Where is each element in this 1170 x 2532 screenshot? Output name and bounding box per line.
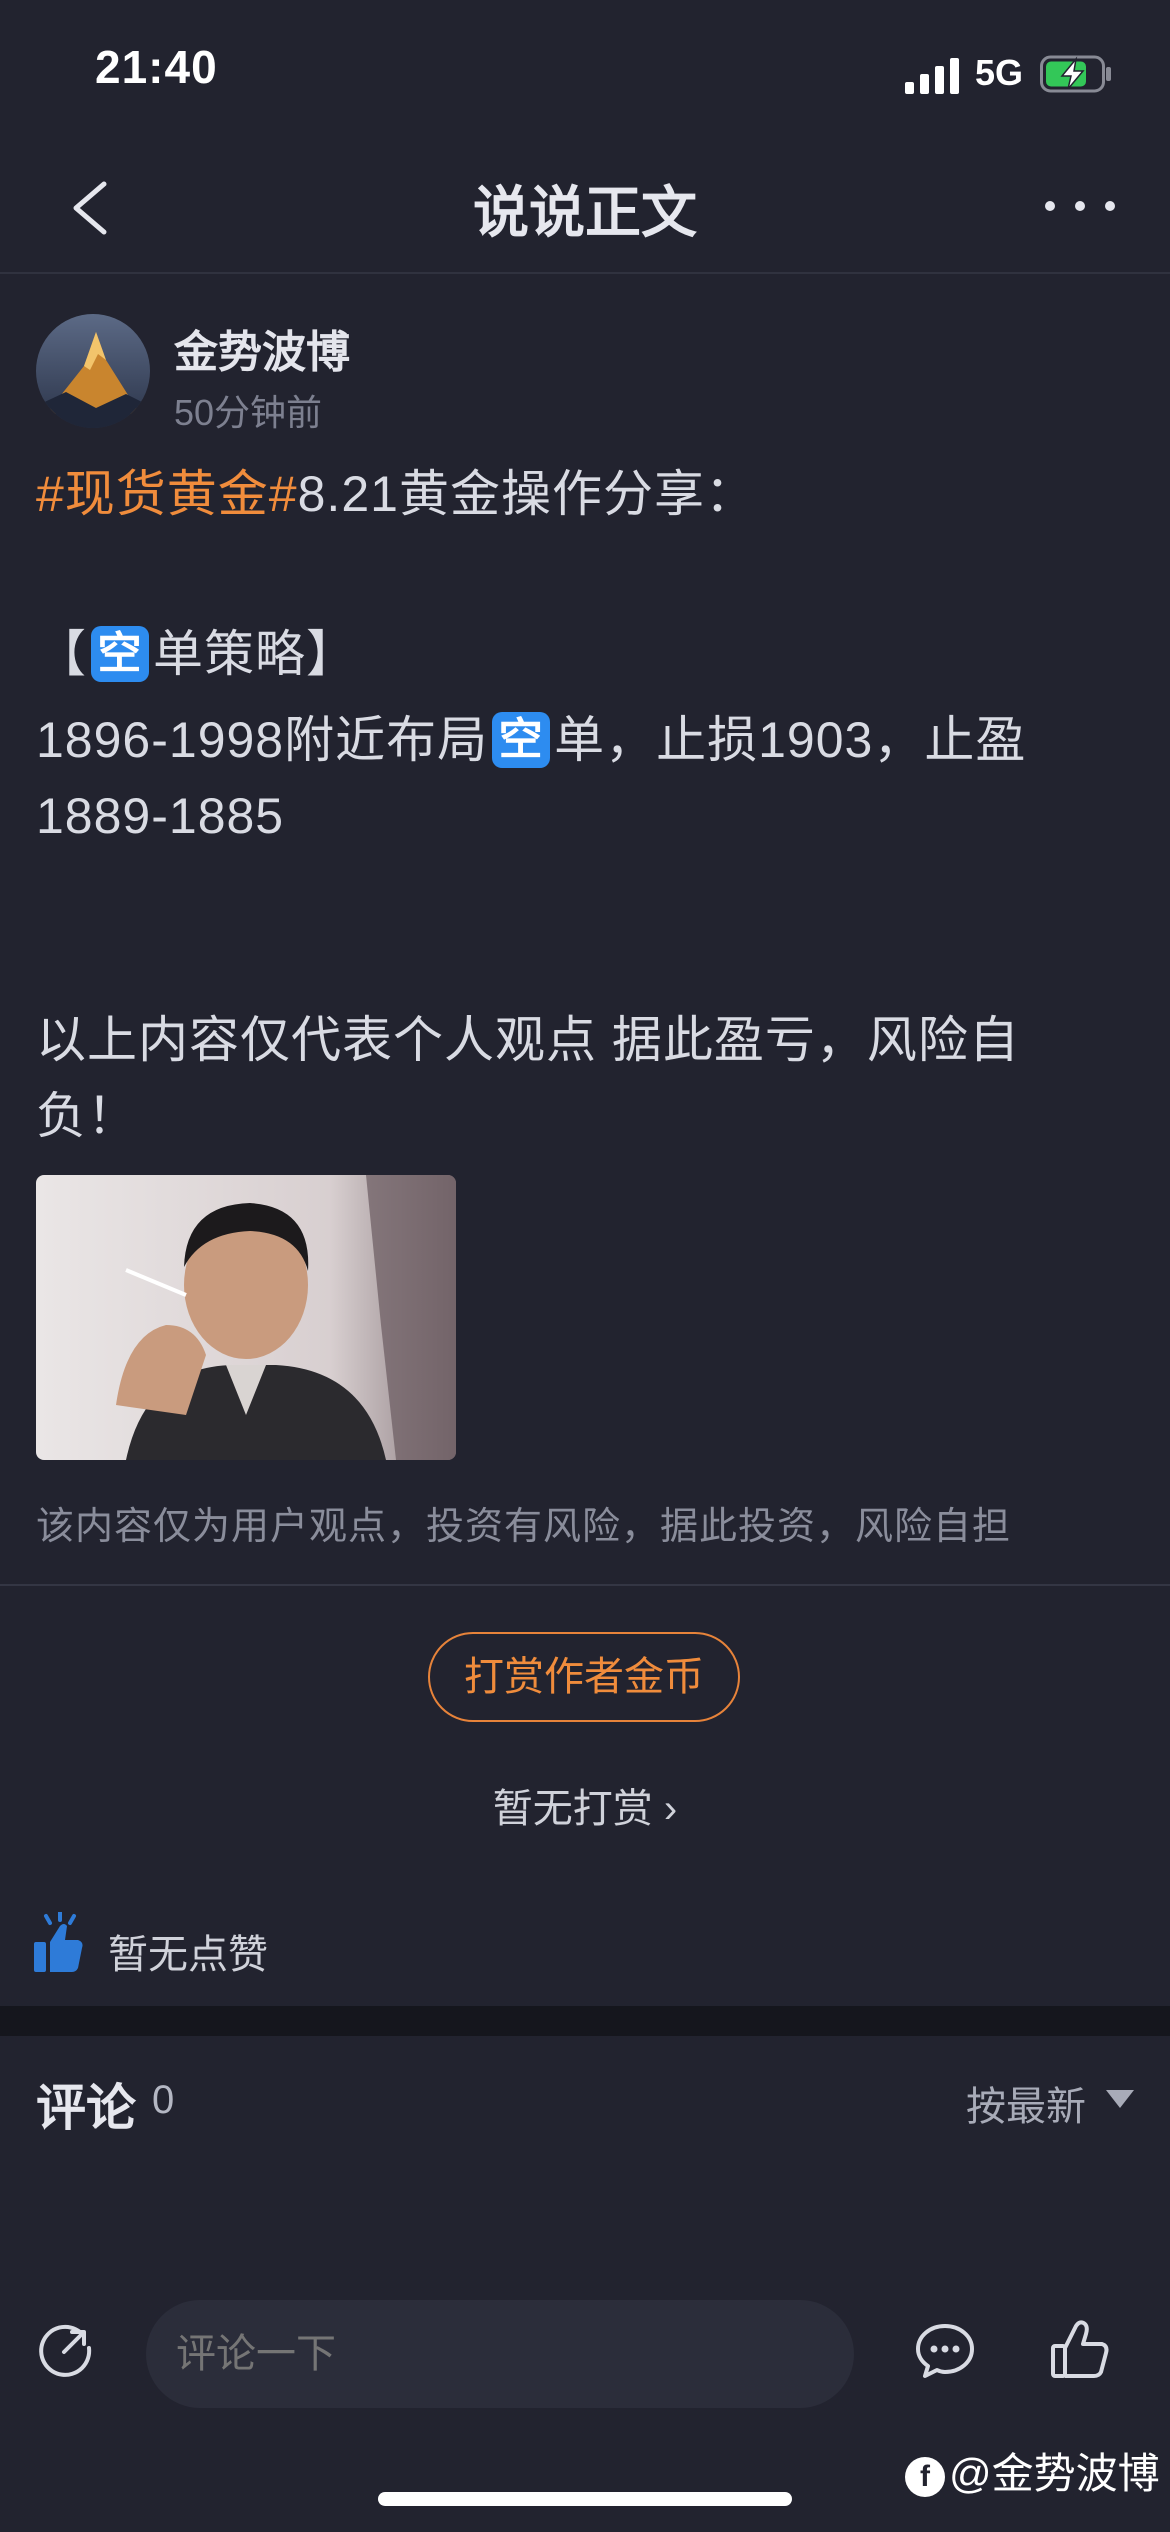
section-gap bbox=[0, 2006, 1170, 2036]
network-type: 5G bbox=[975, 52, 1024, 93]
strategy-stops: 单，止损1903，止盈 bbox=[554, 712, 1027, 768]
watermark-text: @金势波博 bbox=[949, 2450, 1160, 2497]
headline-text: 8.21黄金操作分享： bbox=[297, 466, 756, 522]
tip-author-button[interactable]: 打赏作者金币 bbox=[428, 1632, 740, 1722]
thumbs-up-icon[interactable] bbox=[1050, 2318, 1110, 2380]
strategy-range: 1896-1998附近布局 bbox=[36, 712, 489, 768]
share-icon[interactable] bbox=[36, 2322, 94, 2380]
comments-count: 0 bbox=[152, 2078, 175, 2122]
more-dots-icon[interactable] bbox=[1040, 196, 1120, 216]
likes-status: 暂无点赞 bbox=[108, 1933, 268, 1977]
signal-icon bbox=[905, 58, 959, 94]
post-photo[interactable] bbox=[36, 1175, 456, 1460]
disclaimer-text: 该内容仅为用户观点，投资有风险，据此投资，风险自担 bbox=[36, 1506, 1012, 1548]
sort-dropdown[interactable]: 按最新 bbox=[966, 2074, 1086, 2132]
author-name[interactable]: 金势波博 bbox=[174, 316, 350, 380]
page-title: 说说正文 bbox=[473, 181, 697, 244]
platform-logo-icon: f bbox=[905, 2456, 945, 2497]
battery-charging-icon bbox=[1040, 55, 1111, 93]
tip-status-link[interactable]: 暂无打赏 › bbox=[0, 1776, 1170, 1834]
caret-down-icon[interactable] bbox=[1106, 2090, 1134, 2108]
nav-divider bbox=[0, 272, 1170, 274]
like-hand-icon bbox=[34, 1912, 83, 1972]
bracket-open: 【 bbox=[36, 626, 87, 682]
avatar[interactable] bbox=[36, 314, 150, 428]
kong-emoji-icon: 空 bbox=[492, 711, 551, 768]
comment-input[interactable] bbox=[146, 2300, 854, 2408]
comments-title: 评论 bbox=[36, 2080, 136, 2136]
post-headline: #现货黄金#8.21黄金操作分享： bbox=[36, 456, 1136, 532]
strategy-label: 单策略】 bbox=[153, 626, 357, 682]
risk-notice: 以上内容仅代表个人观点 据此盈亏，风险自负！ bbox=[36, 1012, 1020, 1144]
home-indicator[interactable] bbox=[378, 2492, 792, 2506]
chat-bubble-icon[interactable] bbox=[914, 2322, 976, 2380]
post-time: 50分钟前 bbox=[174, 392, 323, 433]
kong-emoji-icon: 空 bbox=[91, 625, 149, 682]
strategy-line-1: 1896-1998附近布局空单，止损1903，止盈 bbox=[36, 702, 1136, 778]
hashtag-link[interactable]: #现货黄金# bbox=[36, 466, 298, 522]
strategy-heading: 【空单策略】 bbox=[36, 616, 1136, 692]
watermark: f @金势波博 bbox=[905, 2440, 1160, 2501]
status-time: 21:40 bbox=[95, 41, 218, 93]
strategy-line-2: 1889-1885 bbox=[36, 788, 285, 844]
section-divider bbox=[0, 1584, 1170, 1586]
